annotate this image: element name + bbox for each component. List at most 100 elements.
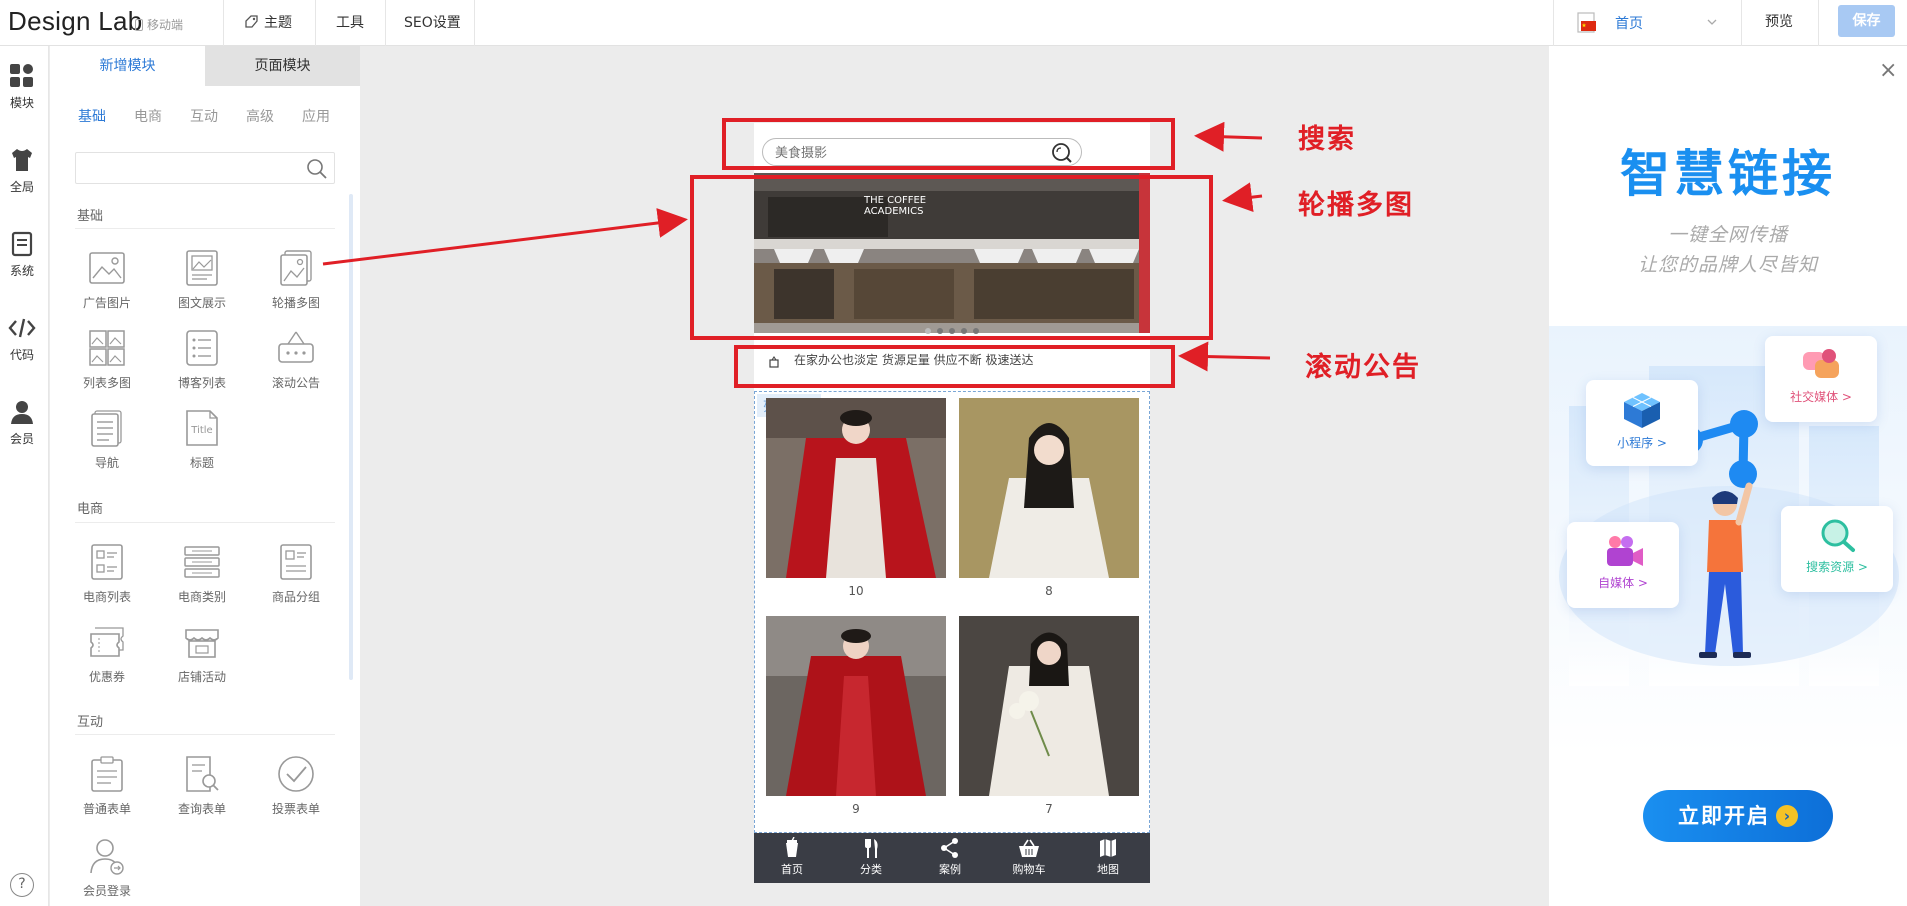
user-login-icon [90, 839, 124, 875]
module-label: 普通表单 [82, 802, 131, 816]
nav-seo[interactable]: SEO设置 [404, 12, 461, 32]
subtab-interactive[interactable]: 互动 [190, 106, 218, 126]
list-image[interactable] [959, 616, 1139, 796]
section-title-interactive: 互动 [77, 715, 104, 730]
module-normal-form[interactable]: 普通表单 [69, 754, 145, 817]
tab-category[interactable]: 分类 [841, 837, 901, 877]
phone-tab-bar: 首页 分类 案例 购物车 地图 [754, 833, 1150, 883]
list-item-caption: 8 [1045, 584, 1053, 598]
start-now-button[interactable]: 立即开启 › [1643, 790, 1833, 842]
panel-scrollbar[interactable] [349, 194, 353, 680]
rail-item-member[interactable]: 会员 [0, 398, 44, 447]
annotation-label-search: 搜索 [1298, 124, 1356, 155]
promo-card-self-media[interactable]: 自媒体 > [1567, 522, 1679, 608]
subtab-basic[interactable]: 基础 [78, 106, 106, 126]
app-logo: Design Lab [8, 6, 143, 36]
code-icon [8, 318, 36, 338]
nav-tools[interactable]: 工具 [336, 12, 364, 32]
promo-card-miniprogram[interactable]: 小程序 > [1586, 380, 1698, 466]
tab-cases[interactable]: 案例 [920, 837, 980, 877]
module-vote-form[interactable]: 投票表单 [258, 754, 334, 817]
module-label: 标题 [189, 456, 214, 470]
page-select[interactable]: 首页 [1575, 10, 1725, 36]
save-button[interactable]: 保存 [1838, 5, 1895, 37]
nav-divider [385, 0, 386, 46]
shirt-icon [12, 149, 32, 171]
module-list-images[interactable]: 列表多图 [69, 328, 145, 391]
search-icon[interactable] [306, 158, 328, 180]
promo-title: 智慧链接 [1620, 145, 1836, 203]
modules-icon [10, 64, 33, 87]
module-coupon[interactable]: 优惠券 [69, 622, 145, 685]
subtab-ecommerce[interactable]: 电商 [134, 106, 162, 126]
card-label: 社交媒体 > [1790, 390, 1852, 404]
nav-divider [1818, 0, 1819, 46]
annotation-box-carousel [690, 175, 1213, 340]
rail-item-system[interactable]: 系统 [0, 230, 44, 279]
basket-icon [1019, 839, 1039, 857]
module-search [75, 152, 335, 184]
tab-home[interactable]: 首页 [762, 837, 822, 877]
subtab-apps[interactable]: 应用 [302, 106, 330, 126]
device-label: 移动端 [147, 18, 184, 32]
module-image-text[interactable]: 图文展示 [164, 248, 240, 311]
rail-item-code[interactable]: 代码 [0, 314, 44, 363]
tab-cart[interactable]: 购物车 [999, 837, 1059, 877]
cube-icon [1624, 393, 1660, 428]
promo-subtitle: 让您的品牌人尽皆知 [1637, 254, 1818, 276]
annotation-box-notice [734, 345, 1175, 388]
tab-add-module[interactable]: 新增模块 [50, 46, 205, 86]
tab-label: 分类 [860, 863, 882, 876]
list-images-module[interactable]: 列表多图 10 8 9 [754, 391, 1150, 833]
navigation-icon [91, 410, 122, 447]
list-icon [186, 330, 218, 366]
category-tabs: 基础 电商 互动 高级 应用 [50, 106, 350, 126]
promo-card-social[interactable]: 社交媒体 > [1765, 336, 1877, 422]
tab-page-module[interactable]: 页面模块 [205, 46, 360, 86]
rail-item-modules[interactable]: 模块 [0, 62, 44, 111]
device-switch[interactable]: 移动端 [135, 16, 183, 33]
module-ecom-category[interactable]: 电商类别 [164, 542, 240, 605]
preview-button[interactable]: 预览 [1765, 11, 1793, 31]
module-blog-list[interactable]: 博客列表 [164, 328, 240, 391]
list-image[interactable] [959, 398, 1139, 578]
arrow-right-icon: › [1776, 805, 1798, 827]
module-member-login[interactable]: 会员登录 [69, 836, 145, 899]
chevron-down-icon [1707, 19, 1717, 25]
module-carousel[interactable]: 轮播多图 [258, 248, 334, 311]
module-search-input[interactable] [76, 153, 296, 183]
nav-theme-label: 主题 [264, 15, 292, 31]
user-icon [11, 401, 33, 424]
nav-theme[interactable]: 主题 [243, 12, 292, 32]
module-shop-activity[interactable]: 店铺活动 [164, 622, 240, 685]
theme-icon [245, 15, 258, 28]
help-icon[interactable]: ? [10, 873, 34, 897]
module-ad-image[interactable]: 广告图片 [69, 248, 145, 311]
top-bar: Design Lab 移动端 主题 工具 SEO设置 首页 预览 保存 [0, 0, 1907, 46]
section-divider [75, 522, 335, 523]
module-product-group[interactable]: 商品分组 [258, 542, 334, 605]
module-scroll-notice[interactable]: 滚动公告 [258, 328, 334, 391]
module-label: 图文展示 [177, 296, 226, 310]
module-label: 广告图片 [82, 296, 131, 310]
list-image[interactable] [766, 398, 946, 578]
subtab-advanced[interactable]: 高级 [246, 106, 274, 126]
module-label: 店铺活动 [177, 670, 226, 684]
list-item-caption: 9 [852, 802, 860, 816]
module-navigation[interactable]: 导航 [69, 408, 145, 471]
list-image[interactable] [766, 616, 946, 796]
module-title[interactable]: Title 标题 [164, 408, 240, 471]
carousel-icon [280, 250, 312, 286]
image-text-icon [186, 250, 218, 286]
tab-map[interactable]: 地图 [1078, 837, 1138, 877]
left-rail: 模块 全局 系统 代码 会员 ? [0, 46, 49, 906]
list-item-caption: 10 [848, 584, 864, 598]
module-ecom-list[interactable]: 电商列表 [69, 542, 145, 605]
product-group-icon [280, 544, 312, 580]
module-query-form[interactable]: 查询表单 [164, 754, 240, 817]
section-divider [75, 228, 335, 229]
close-icon[interactable]: × [1879, 60, 1897, 82]
module-label: 投票表单 [271, 802, 320, 816]
promo-card-search[interactable]: 搜索资源 > [1781, 506, 1893, 592]
rail-item-global[interactable]: 全局 [0, 146, 44, 195]
